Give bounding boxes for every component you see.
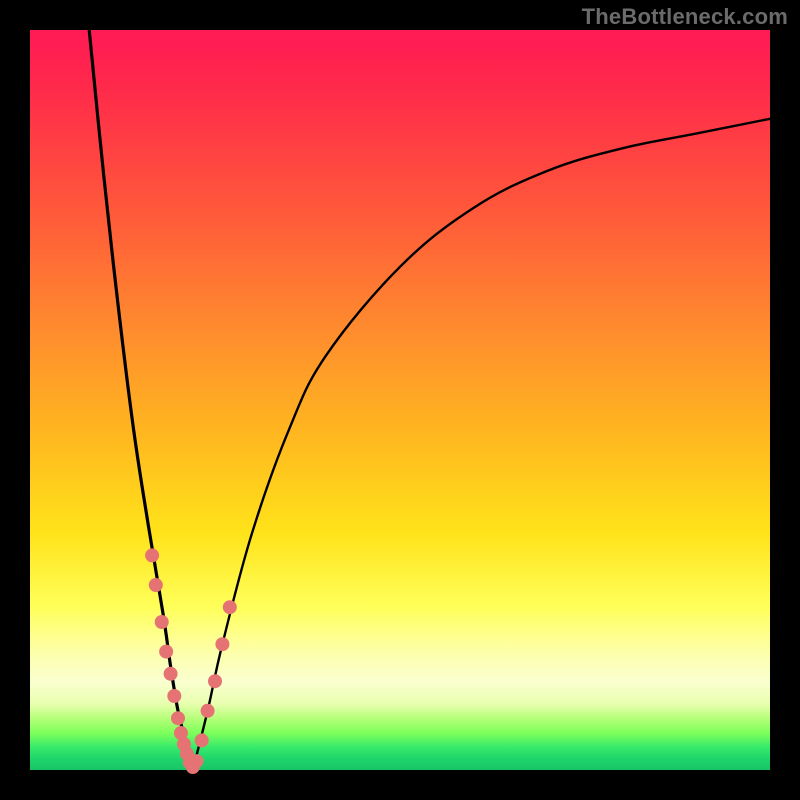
- data-point-marker: [145, 548, 159, 562]
- data-point-marker: [171, 711, 185, 725]
- data-point-marker: [201, 704, 215, 718]
- data-point-marker: [195, 733, 209, 747]
- data-point-marker: [208, 674, 222, 688]
- data-point-marker: [149, 578, 163, 592]
- watermark-text: TheBottleneck.com: [582, 4, 788, 30]
- data-point-marker: [223, 600, 237, 614]
- data-point-marker: [190, 754, 204, 768]
- curve-layer: [89, 30, 770, 770]
- plot-area: [30, 30, 770, 770]
- chart-frame: TheBottleneck.com: [0, 0, 800, 800]
- data-point-marker: [155, 615, 169, 629]
- data-point-marker: [167, 689, 181, 703]
- curve-right-branch: [193, 119, 770, 770]
- marker-layer: [145, 548, 237, 774]
- chart-svg: [30, 30, 770, 770]
- data-point-marker: [164, 667, 178, 681]
- curve-left-branch: [89, 30, 193, 770]
- data-point-marker: [215, 637, 229, 651]
- data-point-marker: [159, 645, 173, 659]
